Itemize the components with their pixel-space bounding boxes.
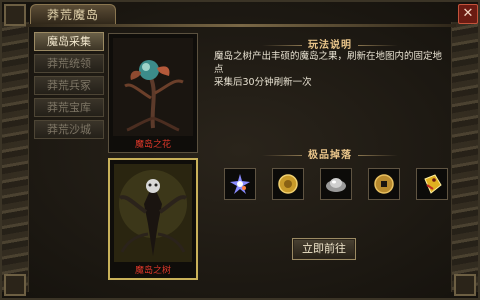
drop-slot-copper-coin[interactable] xyxy=(368,168,400,200)
heading-ornament xyxy=(262,44,302,46)
golden-tag-icon xyxy=(424,174,442,194)
card-island-tree[interactable]: 魔岛之树 xyxy=(108,158,198,280)
tab-wild-commander[interactable]: 莽荒统领 xyxy=(34,54,104,73)
card-island-flower[interactable]: 魔岛之花 xyxy=(108,33,198,153)
side-tab-list: 魔岛采集 莽荒统领 莽荒兵冢 莽荒宝库 莽荒沙城 xyxy=(34,32,104,142)
heading-ornament xyxy=(358,154,398,156)
gameplay-description: 魔岛之树产出丰硕的魔岛之果，刷新在地图内的固定地点 采集后30分钟刷新一次 xyxy=(214,50,450,89)
drop-slot-silver-ingot[interactable] xyxy=(320,168,352,200)
close-button[interactable]: ✕ xyxy=(458,4,478,24)
corner-ornament xyxy=(4,274,26,296)
drop-slot-gold-coin[interactable] xyxy=(272,168,304,200)
drops-heading: 极品掉落 xyxy=(204,146,456,161)
card-caption: 魔岛之花 xyxy=(134,140,171,150)
corner-ornament xyxy=(4,4,26,26)
tab-wild-sand-city[interactable]: 莽荒沙城 xyxy=(34,120,104,139)
tab-wild-treasury[interactable]: 莽荒宝库 xyxy=(34,98,104,117)
heading-ornament xyxy=(262,154,302,156)
content-panel: 玩法说明 魔岛之树产出丰硕的魔岛之果，刷新在地图内的固定地点 采集后30分钟刷新… xyxy=(204,32,456,290)
card-caption: 魔岛之树 xyxy=(134,266,171,276)
drop-slot-crystal[interactable] xyxy=(224,168,256,200)
drop-item-list xyxy=(218,168,458,204)
heading-ornament xyxy=(358,44,398,46)
gold-coin-icon xyxy=(278,174,298,194)
silver-ingot-icon xyxy=(326,178,346,192)
island-tree-image xyxy=(114,164,192,262)
crystal-star-icon xyxy=(230,174,250,194)
copper-coin-icon xyxy=(374,174,394,194)
drops-heading-text: 极品掉落 xyxy=(308,150,352,161)
gameplay-line-2: 采集后30分钟刷新一次 xyxy=(214,77,312,88)
go-now-button[interactable]: 立即前往 xyxy=(292,238,356,260)
left-dragon-ornament xyxy=(2,22,29,292)
tab-island-gathering[interactable]: 魔岛采集 xyxy=(34,32,104,51)
island-flower-image xyxy=(113,38,193,136)
gameplay-line-1: 魔岛之树产出丰硕的魔岛之果，刷新在地图内的固定地点 xyxy=(214,51,443,75)
tab-wild-soldier-tomb[interactable]: 莽荒兵冢 xyxy=(34,76,104,95)
corner-ornament xyxy=(454,274,476,296)
title-divider xyxy=(26,24,456,27)
gameplay-heading: 玩法说明 xyxy=(204,36,456,51)
drop-slot-golden-tag[interactable] xyxy=(416,168,448,200)
window-title: 莽荒魔岛 xyxy=(30,4,116,25)
